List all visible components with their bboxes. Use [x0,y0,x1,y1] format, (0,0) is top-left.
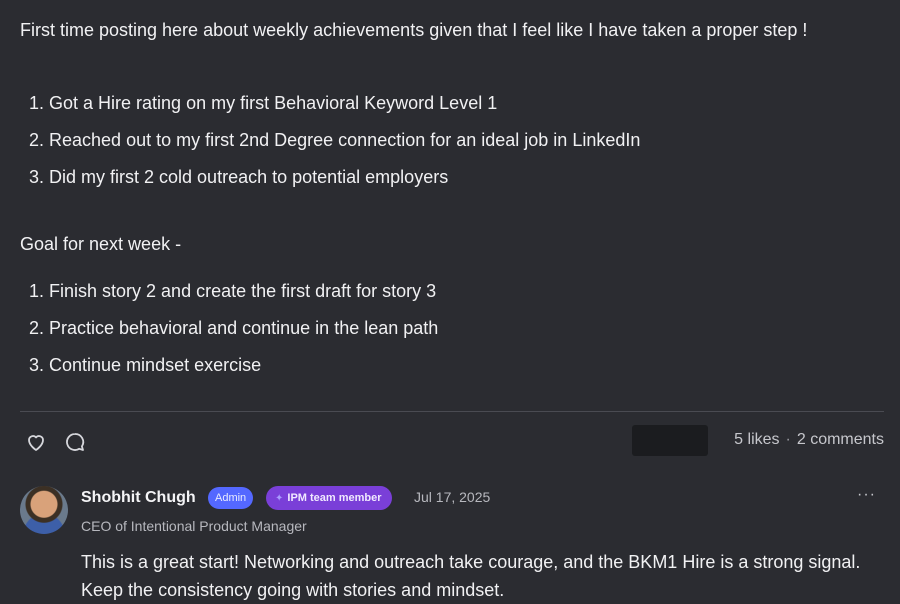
badge-star-icon: ✦ [275,493,284,504]
divider [20,411,884,412]
admin-badge: Admin [208,487,254,509]
redacted-avatars [632,425,708,456]
likes-count[interactable]: 5 likes [734,431,779,448]
list-item: 2. Reached out to my first 2nd Degree co… [29,130,641,150]
heart-icon[interactable] [24,430,48,454]
more-options-icon[interactable]: ··· [857,486,876,504]
comment-icon[interactable] [63,430,87,454]
comment-author[interactable]: Shobhit Chugh [81,489,196,507]
achievements-list: 1. Got a Hire rating on my first Behavio… [29,91,640,202]
list-item: 3. Continue mindset exercise [29,355,262,375]
team-member-badge: ✦ IPM team member [266,486,392,510]
stats-separator: · [785,431,791,448]
goals-list: 1. Finish story 2 and create the first d… [29,279,438,390]
comments-count[interactable]: 2 comments [797,431,884,448]
author-role: CEO of Intentional Product Manager [81,518,307,534]
list-item: 1. Got a Hire rating on my first Behavio… [29,93,498,113]
list-item: 3. Did my first 2 cold outreach to poten… [29,167,449,187]
comment-date: Jul 17, 2025 [414,489,491,505]
list-item: 1. Finish story 2 and create the first d… [29,281,437,301]
post-actions: 5 likes · 2 comments [20,424,884,458]
post-stats: 5 likes · 2 comments [734,431,884,449]
comment-text: This is a great start! Networking and ou… [81,552,861,600]
goal-heading: Goal for next week - [20,234,182,254]
team-badge-label: IPM team member [287,492,382,504]
avatar[interactable] [20,486,68,534]
list-item: 2. Practice behavioral and continue in t… [29,318,439,338]
post-intro: First time posting here about weekly ach… [20,20,808,40]
